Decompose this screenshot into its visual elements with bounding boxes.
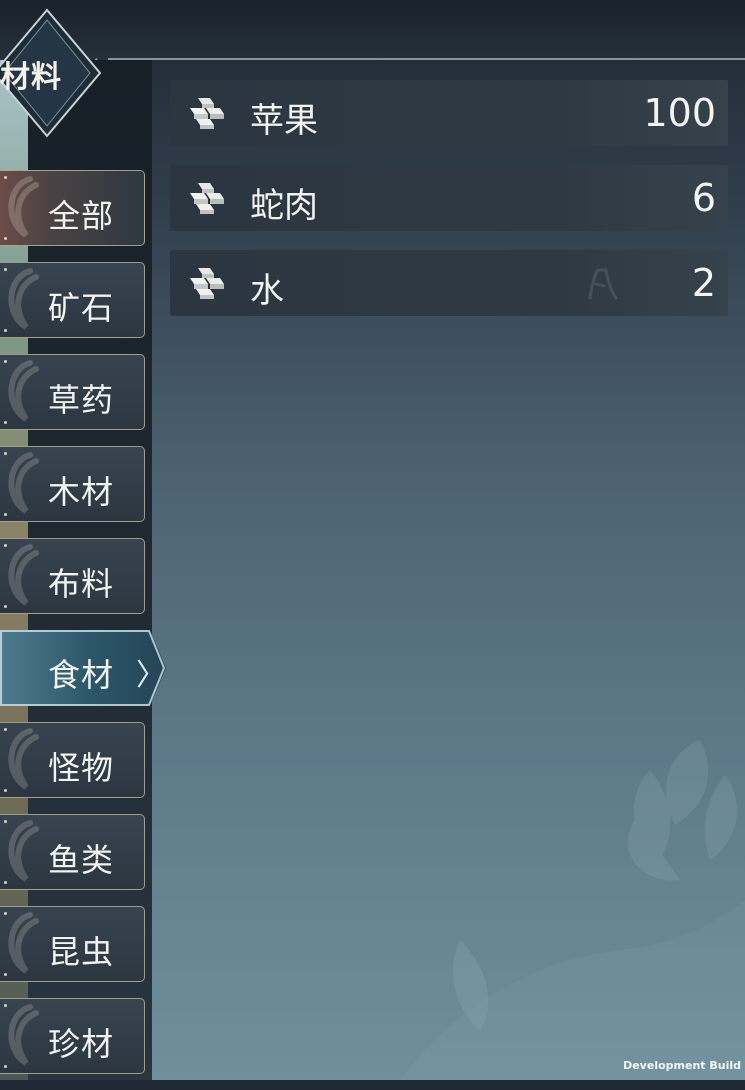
ingot-stack-icon bbox=[190, 268, 224, 299]
corner-dot bbox=[4, 329, 7, 332]
corner-dot bbox=[4, 237, 7, 240]
tab-label: 全部 bbox=[48, 197, 115, 235]
tab-label: 草药 bbox=[48, 381, 115, 419]
tab-fish[interactable]: 鱼类 bbox=[0, 814, 145, 890]
category-tabs: 全部 矿石 草药 木材 布料 食材 〉 怪物 鱼类 昆虫 珍材 bbox=[0, 170, 170, 1090]
ingot-stack-icon bbox=[190, 183, 224, 214]
tab-rare[interactable]: 珍材 bbox=[0, 998, 145, 1074]
calligraphy-watermark-icon bbox=[588, 268, 618, 300]
tab-monster[interactable]: 怪物 bbox=[0, 722, 145, 798]
ingot-stack-icon bbox=[190, 98, 224, 129]
corner-dot bbox=[4, 1065, 7, 1068]
list-item[interactable]: 水 2 bbox=[170, 250, 728, 316]
tab-label: 珍材 bbox=[48, 1025, 115, 1063]
tab-herb[interactable]: 草药 bbox=[0, 354, 145, 430]
category-title: 材料 bbox=[0, 60, 62, 95]
list-item[interactable]: 蛇肉 6 bbox=[170, 165, 728, 231]
tab-label: 昆虫 bbox=[48, 933, 115, 971]
corner-dot bbox=[4, 360, 7, 363]
tab-label: 怪物 bbox=[48, 749, 115, 787]
tab-insect[interactable]: 昆虫 bbox=[0, 906, 145, 982]
corner-dot bbox=[4, 268, 7, 271]
development-build-label: Development Build bbox=[623, 1059, 741, 1072]
tab-wood[interactable]: 木材 bbox=[0, 446, 145, 522]
tab-cloth[interactable]: 布料 bbox=[0, 538, 145, 614]
item-quantity: 6 bbox=[691, 176, 716, 220]
corner-dot bbox=[4, 513, 7, 516]
item-name: 蛇肉 bbox=[250, 186, 318, 226]
tab-ore[interactable]: 矿石 bbox=[0, 262, 145, 338]
corner-dot bbox=[4, 881, 7, 884]
tab-label: 矿石 bbox=[48, 289, 115, 327]
top-header-band bbox=[0, 0, 745, 60]
corner-dot bbox=[4, 1004, 7, 1007]
corner-dot bbox=[4, 728, 7, 731]
item-list: 苹果 100 蛇肉 6 水 2 bbox=[170, 80, 728, 335]
lotus-background-art bbox=[400, 740, 745, 1080]
tab-label: 木材 bbox=[48, 473, 115, 511]
chevron-right-icon: 〉 bbox=[136, 658, 166, 693]
corner-dot bbox=[4, 912, 7, 915]
item-name: 苹果 bbox=[250, 101, 318, 141]
corner-dot bbox=[4, 176, 7, 179]
item-quantity: 2 bbox=[691, 261, 716, 305]
corner-dot bbox=[4, 421, 7, 424]
tab-food[interactable]: 食材 〉 bbox=[0, 630, 166, 706]
corner-dot bbox=[4, 820, 7, 823]
corner-dot bbox=[4, 973, 7, 976]
tab-label: 食材 bbox=[48, 656, 115, 694]
corner-dot bbox=[4, 452, 7, 455]
header-divider-line bbox=[108, 58, 745, 60]
item-quantity: 100 bbox=[643, 91, 716, 135]
corner-dot bbox=[4, 544, 7, 547]
tab-label: 鱼类 bbox=[48, 841, 115, 879]
corner-dot bbox=[4, 789, 7, 792]
corner-dot bbox=[4, 605, 7, 608]
tab-all[interactable]: 全部 bbox=[0, 170, 145, 246]
list-item[interactable]: 苹果 100 bbox=[170, 80, 728, 146]
tab-label: 布料 bbox=[48, 565, 115, 603]
item-name: 水 bbox=[250, 271, 284, 311]
